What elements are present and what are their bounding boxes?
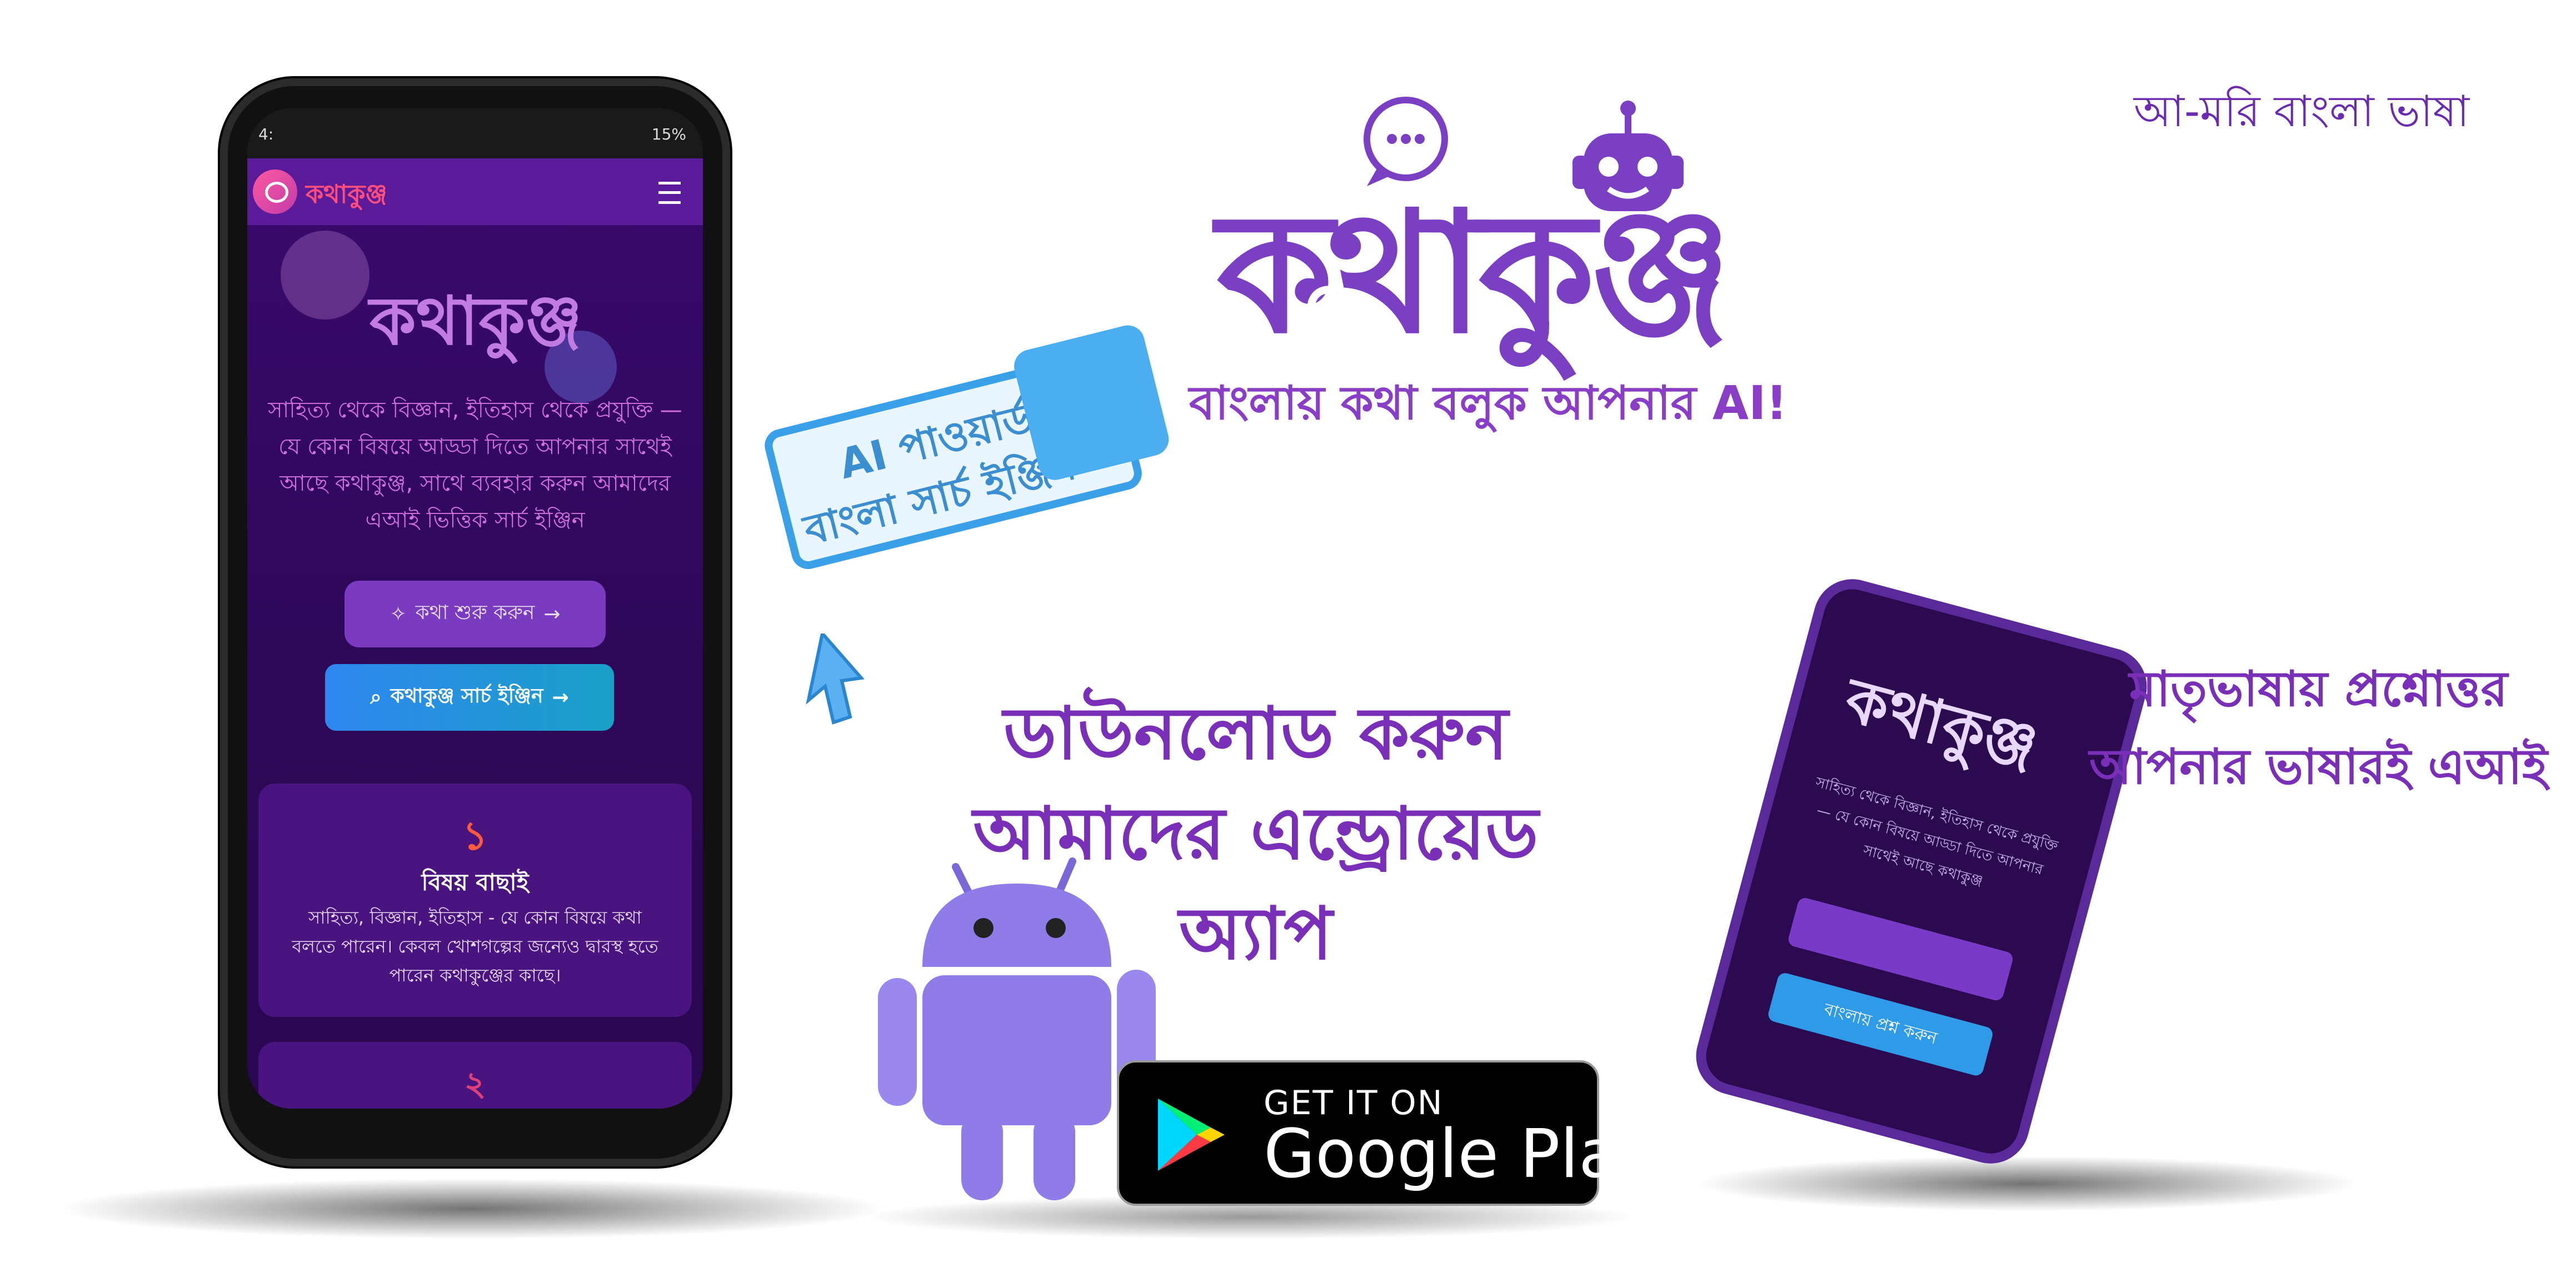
screen-description: সাহিত্য থেকে বিজ্ঞান, ইতিহাস থেকে প্রযুক… (268, 397, 682, 533)
google-play-icon (1158, 1099, 1225, 1171)
search-engine-button[interactable]: ⌕ কথাকুঞ্জ সার্চ ইঞ্জিন → (325, 664, 614, 731)
app-chat-icon[interactable] (253, 169, 297, 214)
card-number: ২ (464, 1065, 486, 1104)
right-tagline-line2: আপনার ভাষারই এআই (2089, 738, 2548, 795)
hamburger-menu-icon[interactable] (658, 182, 681, 204)
brand-subtitle: বাংলায় কথা বলুক আপনার AI! (1189, 376, 1788, 430)
status-battery: 15% (651, 125, 686, 143)
phone-screen: 4: 15% কথাকুঞ্জ কথাকুঞ্জ সাহিত্য থেকে বি… (247, 108, 703, 1109)
search-engine-label: কথাকুঞ্জ সার্চ ইঞ্জিন (390, 685, 543, 707)
start-chat-label: কথা শুরু করুন (415, 601, 535, 624)
status-time: 4: (258, 125, 274, 143)
screen-logo: কথাকুঞ্জ (370, 282, 582, 360)
search-icon: ⌕ (370, 686, 382, 709)
right-tagline: মাতৃভাষায় প্রশ্নোত্তর আপনার ভাষারই এআই (2089, 650, 2548, 806)
google-play-badge[interactable]: GET IT ON Google Play (1117, 1060, 1659, 1206)
right-phone: কথাকুঞ্জ সাহিত্য থেকে বিজ্ঞান, ইতিহাস থে… (1687, 570, 2156, 1173)
download-line1: ডাউনলোড করুন (1003, 691, 1509, 776)
feature-card-2: ২ (258, 1042, 692, 1109)
app-navbar: কথাকুঞ্জ (247, 158, 703, 225)
search-badge: AI পাওয়ার্ড বাংলা সার্চ ইঞ্জিন (761, 286, 1370, 585)
tagline: আ-মরি বাংলা ভাষা (2134, 87, 2469, 137)
decor-circle (281, 231, 370, 320)
card-title: বিষয় বাছাই (421, 869, 529, 896)
card-body: সাহিত্য, বিজ্ঞান, ইতিহাস - যে কোন বিষয়ে… (292, 907, 658, 986)
arrow-right-icon: → (552, 686, 569, 709)
sparkle-icon: ✧ (390, 602, 407, 626)
pointer-cursor-icon (806, 633, 865, 725)
feature-card: ১ বিষয় বাছাই সাহিত্য, বিজ্ঞান, ইতিহাস -… (258, 784, 692, 1017)
google-play-big-text: Google Play (1264, 1116, 1659, 1193)
status-bar: 4: 15% (247, 108, 703, 158)
right-tagline-line1: মাতৃভাষায় প্রশ্নোত্তর (2129, 660, 2508, 717)
right-phone-shadow (1695, 1156, 2362, 1211)
right-phone-logo: কথাকুঞ্জ (1838, 663, 2045, 784)
nav-title[interactable]: কথাকুঞ্জ (306, 175, 387, 217)
phone-shadow (56, 1178, 889, 1239)
arrow-right-icon: → (543, 602, 561, 626)
start-chat-button[interactable]: ✧ কথা শুরু করুন → (345, 581, 606, 647)
card-number: ১ (462, 813, 488, 859)
